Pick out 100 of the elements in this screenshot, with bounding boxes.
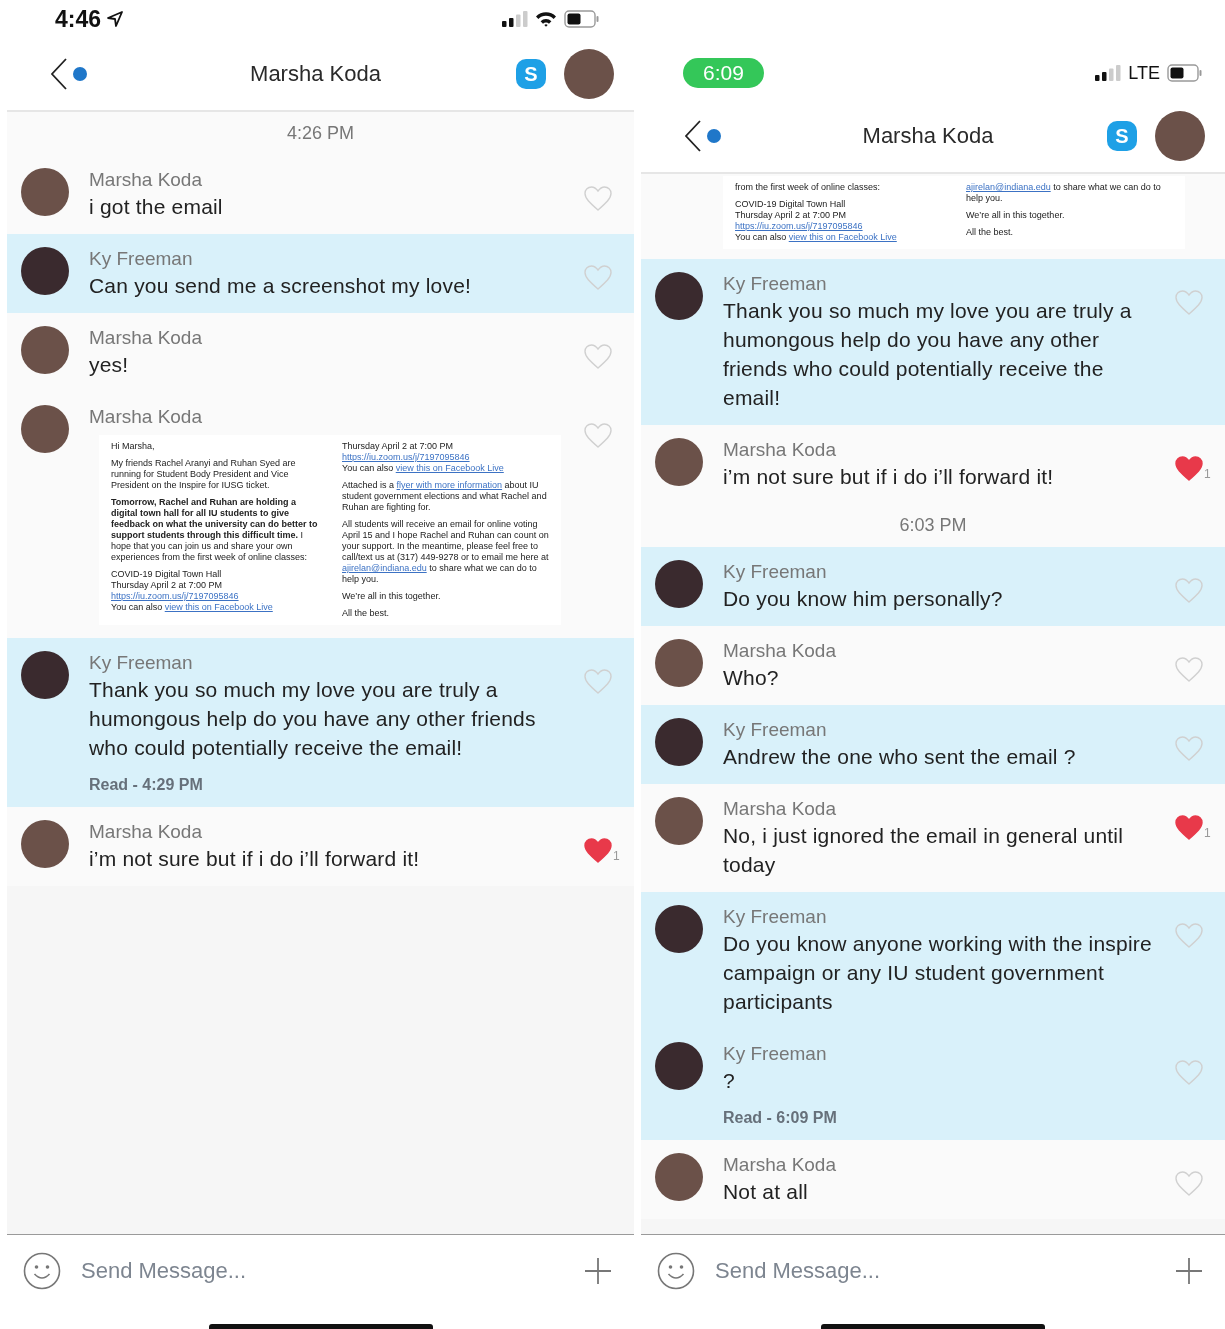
chat-title: Marsha Koda bbox=[862, 123, 994, 149]
read-receipt: Read - 4:29 PM bbox=[89, 776, 204, 794]
skype-call-button[interactable]: S bbox=[1107, 121, 1137, 151]
email-text: Thursday April 2 at 7:00 PM bbox=[735, 210, 848, 221]
email-text: COVID-19 Digital Town Hall bbox=[111, 569, 223, 580]
plus-icon bbox=[1175, 1257, 1203, 1285]
email-link[interactable]: ajirelan@indiana.edu bbox=[966, 182, 1051, 192]
emoji-icon[interactable] bbox=[23, 1252, 61, 1290]
email-link[interactable]: https://iu.zoom.us/j/7197095846 bbox=[342, 452, 470, 462]
email-text: Thursday April 2 at 7:00 PM bbox=[111, 580, 224, 591]
sender-name: Marsha Koda bbox=[723, 1153, 837, 1177]
sender-name: Ky Freeman bbox=[89, 247, 194, 271]
sender-name: Ky Freeman bbox=[723, 560, 828, 584]
signal-icon bbox=[502, 11, 528, 27]
email-text: We’re all in this together. bbox=[966, 210, 1066, 221]
network-label: LTE bbox=[1128, 62, 1160, 84]
message-text: i got the email bbox=[89, 194, 224, 220]
email-link[interactable]: ajirelan@indiana.edu bbox=[342, 563, 427, 573]
location-arrow-icon bbox=[107, 11, 124, 27]
signal-icon bbox=[1095, 65, 1122, 81]
sender-name: Marsha Koda bbox=[723, 438, 837, 462]
email-link[interactable]: https://iu.zoom.us/j/7197095846 bbox=[735, 221, 863, 231]
email-link[interactable]: view this on Facebook Live bbox=[164, 602, 273, 612]
message-input[interactable]: Send Message... bbox=[713, 1257, 1157, 1285]
status-time: 4:46 bbox=[55, 5, 102, 33]
message-text: Andrew the one who sent the email ? bbox=[723, 744, 1077, 770]
email-text: All the best. bbox=[342, 608, 391, 619]
sender-name: Marsha Koda bbox=[89, 168, 203, 192]
message-text: i’m not sure but if i do i’ll forward it! bbox=[89, 846, 421, 872]
status-time: 6:09 bbox=[683, 58, 764, 88]
email-text: You can also view this on Facebook Live bbox=[735, 232, 898, 243]
timestamp: 4:26 PM bbox=[7, 112, 634, 155]
message-text: ? bbox=[723, 1068, 736, 1094]
chat-title: Marsha Koda bbox=[250, 61, 381, 87]
avatar-photo bbox=[655, 438, 703, 486]
email-link[interactable]: flyer with more information bbox=[396, 480, 503, 490]
heart-icon[interactable] bbox=[584, 838, 612, 863]
avatar-photo bbox=[655, 1153, 703, 1201]
sender-name: Ky Freeman bbox=[723, 718, 828, 742]
avatar-photo bbox=[655, 1042, 703, 1090]
plus-icon bbox=[584, 1257, 612, 1285]
email-link[interactable]: view this on Facebook Live bbox=[788, 232, 897, 242]
avatar-photo bbox=[21, 326, 69, 374]
message-text: Who? bbox=[723, 665, 780, 691]
heart-icon[interactable] bbox=[1175, 456, 1203, 481]
email-text: All the best. bbox=[966, 227, 1015, 238]
sender-name: Ky Freeman bbox=[89, 651, 194, 675]
sender-name: Marsha Koda bbox=[723, 797, 837, 821]
sender-name: Marsha Koda bbox=[89, 405, 203, 429]
skype-call-button[interactable]: S bbox=[516, 59, 546, 89]
email-link[interactable]: https://iu.zoom.us/j/7197095846 bbox=[111, 591, 239, 601]
avatar-photo bbox=[21, 405, 69, 453]
message-text: Can you send me a screenshot my love! bbox=[89, 273, 473, 299]
add-button[interactable] bbox=[1175, 1257, 1203, 1285]
contact-avatar-photo[interactable] bbox=[1155, 111, 1205, 161]
sender-name: Marsha Koda bbox=[89, 820, 203, 844]
email-text: Thursday April 2 at 7:00 PM bbox=[342, 441, 455, 452]
heart-icon[interactable] bbox=[1175, 815, 1203, 840]
avatar-photo bbox=[655, 905, 703, 953]
message-text: Thank you so much my love you are truly a humongous help do you have any other friends who could potentially receive the email! bbox=[89, 677, 537, 761]
like-count: 1 bbox=[1204, 467, 1211, 481]
avatar-photo bbox=[655, 718, 703, 766]
sender-name: Ky Freeman bbox=[723, 905, 828, 929]
sender-name: Marsha Koda bbox=[723, 639, 837, 663]
message-text: Not at all bbox=[723, 1179, 809, 1205]
avatar-photo bbox=[21, 820, 69, 868]
add-button[interactable] bbox=[584, 1257, 612, 1285]
sender-name: Marsha Koda bbox=[89, 326, 203, 350]
avatar-photo bbox=[21, 651, 69, 699]
email-text: from the first week of online classes: bbox=[735, 182, 882, 193]
email-text: We’re all in this together. bbox=[342, 591, 442, 602]
email-text: Tomorrow, Rachel and Ruhan are holding a digital town hall for all IU students to give feedback on what the university can do better to support students through this difficult time. I hope that you can join us and share your own experiences from the first week of online classes: bbox=[111, 497, 319, 563]
chevron-left-icon bbox=[685, 120, 701, 152]
email-text: You can also view this on Facebook Live bbox=[342, 463, 505, 474]
email-text: Hi Marsha, bbox=[111, 441, 156, 452]
read-receipt: Read - 6:09 PM bbox=[723, 1109, 838, 1127]
like-count: 1 bbox=[613, 849, 620, 863]
message-input[interactable]: Send Message... bbox=[79, 1257, 566, 1285]
message-text: Thank you so much my love you are truly a humongous help do you have any other friends who could potentially receive the email! bbox=[723, 298, 1133, 411]
message-text: yes! bbox=[89, 352, 130, 378]
timestamp: 6:03 PM bbox=[641, 504, 1225, 547]
email-link[interactable]: view this on Facebook Live bbox=[395, 463, 504, 473]
avatar-photo bbox=[655, 272, 703, 320]
chevron-left-icon bbox=[51, 58, 67, 90]
avatar-photo bbox=[21, 168, 69, 216]
email-text: You can also view this on Facebook Live bbox=[111, 602, 274, 613]
message-text: Do you know anyone working with the inspire campaign or any IU student government participants bbox=[723, 931, 1153, 1015]
message-text: No, i just ignored the email in general until today bbox=[723, 823, 1125, 878]
battery-icon bbox=[1167, 64, 1203, 82]
contact-avatar-photo[interactable] bbox=[564, 49, 614, 99]
email-text: All students will receive an email for online voting April 15 and I hope Rachel and Ruhan can count on your support. In the meantime, please feel free to call/text us at (317) 449-9278 or to email me here at ajirelan@indiana.edu to share what we can do to help you. bbox=[342, 519, 550, 585]
email-text: Attached is a flyer with more information about IU student government elections and what Rachel and Ruhan are fighting for. bbox=[342, 480, 548, 513]
avatar-photo bbox=[655, 560, 703, 608]
email-text: My friends Rachel Aranyi and Ruhan Syed are running for Student Body President and Vice President on the Inspire for IUSG ticket. bbox=[111, 458, 297, 491]
emoji-icon[interactable] bbox=[657, 1252, 695, 1290]
avatar-photo bbox=[655, 639, 703, 687]
wifi-icon bbox=[535, 11, 557, 27]
email-text: COVID-19 Digital Town Hall bbox=[735, 199, 847, 210]
email-text: ajirelan@indiana.edu to share what we can do to help you. bbox=[966, 182, 1162, 204]
message-text: Do you know him personally? bbox=[723, 586, 1004, 612]
